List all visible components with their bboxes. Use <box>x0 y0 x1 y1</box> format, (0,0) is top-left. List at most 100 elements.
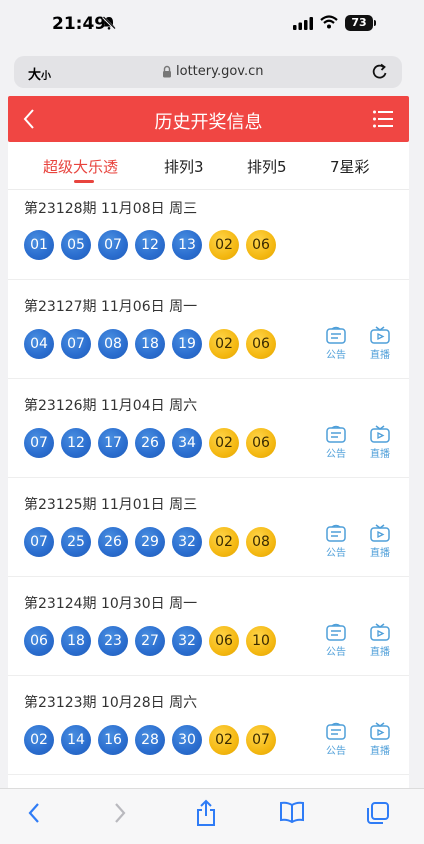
notice-button[interactable]: 公告 <box>321 326 351 361</box>
notice-icon <box>326 524 346 542</box>
front-ball: 02 <box>24 725 54 755</box>
back-ball: 02 <box>209 230 239 260</box>
tab-dlt[interactable]: 超级大乐透 <box>43 156 118 177</box>
back-ball: 10 <box>246 626 276 656</box>
draw-record[interactable]: 第23126期 11月04日 周六 07 12 17 26 34 02 06 公… <box>8 379 409 478</box>
front-ball: 12 <box>61 428 91 458</box>
back-ball: 02 <box>209 428 239 458</box>
tab-pl3[interactable]: 排列3 <box>164 156 204 177</box>
live-label: 直播 <box>370 746 390 757</box>
draw-title: 第23128期 11月08日 周三 <box>24 201 198 217</box>
back-ball: 06 <box>246 329 276 359</box>
draw-numbers: 04 07 08 18 19 02 06 <box>24 329 276 359</box>
draw-record[interactable]: 第23127期 11月06日 周一 04 07 08 18 19 02 06 公… <box>8 280 409 379</box>
notice-button[interactable]: 公告 <box>321 623 351 658</box>
back-ball: 08 <box>246 527 276 557</box>
lottery-tabs: 超级大乐透 排列3 排列5 7星彩 <box>8 142 409 190</box>
url-host: lottery.gov.cn <box>176 64 264 79</box>
live-tv-icon <box>370 524 390 542</box>
back-ball: 06 <box>246 428 276 458</box>
browser-back-icon[interactable] <box>26 801 42 825</box>
back-ball: 02 <box>209 329 239 359</box>
notice-icon <box>326 326 346 344</box>
live-button[interactable]: 直播 <box>365 623 395 658</box>
live-tv-icon <box>370 623 390 641</box>
front-ball: 07 <box>98 230 128 260</box>
menu-icon[interactable] <box>373 110 393 128</box>
reload-icon[interactable] <box>370 62 390 82</box>
live-label: 直播 <box>370 548 390 559</box>
live-tv-icon <box>370 722 390 740</box>
active-tab-indicator <box>74 180 94 183</box>
front-ball: 18 <box>61 626 91 656</box>
front-ball: 14 <box>61 725 91 755</box>
front-ball: 18 <box>135 329 165 359</box>
front-ball: 12 <box>135 230 165 260</box>
notice-label: 公告 <box>326 647 346 658</box>
page: 21:49 73 大小 lottery.gov.cn 历史开奖信息 超级大乐透 … <box>0 0 424 844</box>
draw-numbers: 06 18 23 27 32 06 10 <box>24 626 276 656</box>
notice-icon <box>326 425 346 443</box>
notice-button[interactable]: 公告 <box>321 524 351 559</box>
draw-numbers: 07 25 26 29 32 02 08 <box>24 527 276 557</box>
notice-icon <box>326 623 346 641</box>
draw-title: 第23123期 10月28日 周六 <box>24 695 198 711</box>
draw-record[interactable]: 第23128期 11月08日 周三 01 05 07 12 13 02 06 <box>8 190 409 280</box>
back-ball: 02 <box>209 527 239 557</box>
draw-title: 第23126期 11月04日 周六 <box>24 398 198 414</box>
bookmarks-icon[interactable] <box>279 801 305 823</box>
tabs-icon[interactable] <box>366 801 390 825</box>
live-label: 直播 <box>370 647 390 658</box>
signal-icon <box>293 17 313 30</box>
lock-icon <box>163 65 171 78</box>
front-ball: 29 <box>135 527 165 557</box>
draw-record[interactable]: 第23124期 10月30日 周一 06 18 23 27 32 06 10 公… <box>8 577 409 676</box>
draw-record[interactable]: 第23123期 10月28日 周六 02 14 16 28 30 02 07 公… <box>8 676 409 775</box>
front-ball: 28 <box>135 725 165 755</box>
front-ball: 07 <box>24 428 54 458</box>
front-ball: 26 <box>98 527 128 557</box>
browser-forward-icon[interactable] <box>112 801 128 825</box>
notice-button[interactable]: 公告 <box>321 722 351 757</box>
back-ball: 02 <box>209 725 239 755</box>
bell-slash-icon <box>102 16 116 30</box>
front-ball: 26 <box>135 428 165 458</box>
live-tv-icon <box>370 425 390 443</box>
front-ball: 27 <box>135 626 165 656</box>
back-ball: 07 <box>246 725 276 755</box>
text-size-button[interactable]: 大小 <box>28 64 51 83</box>
tab-pl5[interactable]: 排列5 <box>247 156 287 177</box>
battery-level: 73 <box>345 15 373 31</box>
text-size-small: 小 <box>41 71 52 82</box>
live-label: 直播 <box>370 449 390 460</box>
front-ball: 07 <box>24 527 54 557</box>
live-button[interactable]: 直播 <box>365 524 395 559</box>
front-ball: 19 <box>172 329 202 359</box>
url-bar[interactable]: 大小 lottery.gov.cn <box>14 56 402 88</box>
tab-7xc[interactable]: 7星彩 <box>330 156 370 177</box>
wifi-icon <box>320 15 338 29</box>
front-ball: 30 <box>172 725 202 755</box>
share-icon[interactable] <box>194 799 218 827</box>
status-time: 21:49 <box>52 14 107 34</box>
draw-numbers: 02 14 16 28 30 02 07 <box>24 725 276 755</box>
page-title: 历史开奖信息 <box>154 112 263 133</box>
draw-results-list[interactable]: 第23128期 11月08日 周三 01 05 07 12 13 02 06 第… <box>8 190 409 788</box>
front-ball: 08 <box>98 329 128 359</box>
draw-title: 第23125期 11月01日 周三 <box>24 497 198 513</box>
back-ball: 06 <box>246 230 276 260</box>
front-ball: 17 <box>98 428 128 458</box>
live-tv-icon <box>370 326 390 344</box>
notice-button[interactable]: 公告 <box>321 425 351 460</box>
live-button[interactable]: 直播 <box>365 326 395 361</box>
text-size-large: 大 <box>28 68 42 83</box>
live-button[interactable]: 直播 <box>365 425 395 460</box>
front-ball: 06 <box>24 626 54 656</box>
live-button[interactable]: 直播 <box>365 722 395 757</box>
notice-icon <box>326 722 346 740</box>
front-ball: 13 <box>172 230 202 260</box>
draw-title: 第23127期 11月06日 周一 <box>24 299 198 315</box>
live-label: 直播 <box>370 350 390 361</box>
draw-record[interactable]: 第23125期 11月01日 周三 07 25 26 29 32 02 08 公… <box>8 478 409 577</box>
back-ball: 06 <box>209 626 239 656</box>
